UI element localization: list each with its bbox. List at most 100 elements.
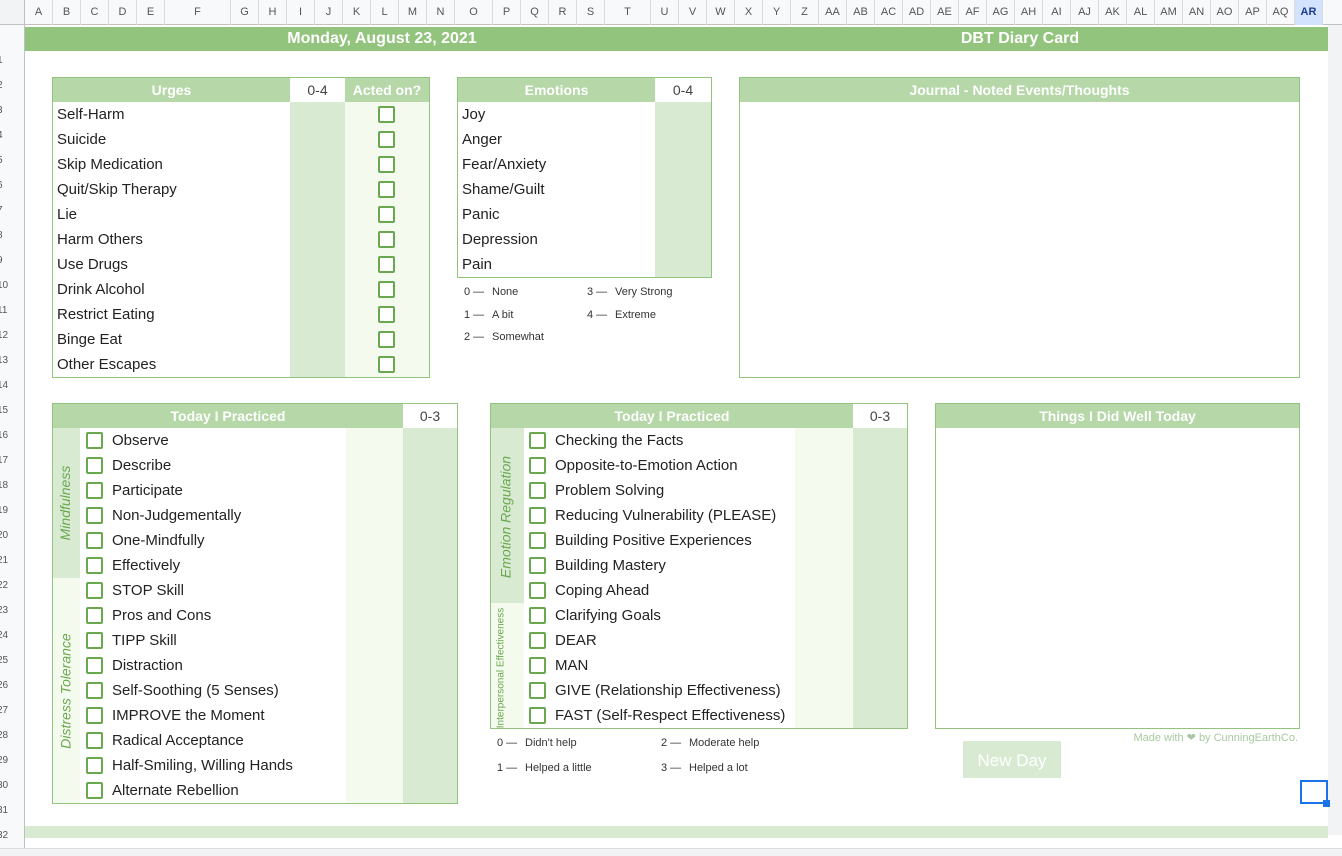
new-day-button[interactable]: New Day: [963, 741, 1061, 778]
column-header-l[interactable]: L: [371, 0, 399, 25]
practiced-checkbox[interactable]: [86, 532, 103, 549]
row-header-15[interactable]: 15: [0, 398, 24, 423]
row-header-21[interactable]: 21: [0, 548, 24, 573]
practiced-checkbox[interactable]: [529, 707, 546, 724]
emotions-rating-column[interactable]: [655, 102, 711, 277]
column-header-af[interactable]: AF: [959, 0, 987, 25]
practiced-checkbox[interactable]: [86, 432, 103, 449]
column-header-ak[interactable]: AK: [1099, 0, 1127, 25]
row-header-17[interactable]: 17: [0, 448, 24, 473]
row-header-6[interactable]: 6: [0, 173, 24, 198]
row-header-16[interactable]: 16: [0, 423, 24, 448]
column-header-aq[interactable]: AQ: [1267, 0, 1295, 25]
practiced-checkbox[interactable]: [86, 782, 103, 799]
column-header-z[interactable]: Z: [791, 0, 819, 25]
column-header-ac[interactable]: AC: [875, 0, 903, 25]
row-header-5[interactable]: 5: [0, 148, 24, 173]
select-all-corner[interactable]: [0, 0, 25, 25]
column-header-k[interactable]: K: [343, 0, 371, 25]
row-header-9[interactable]: 9: [0, 248, 24, 273]
practiced-checkbox[interactable]: [86, 682, 103, 699]
practiced-checkbox[interactable]: [86, 557, 103, 574]
column-header-am[interactable]: AM: [1155, 0, 1183, 25]
column-header-d[interactable]: D: [109, 0, 137, 25]
practiced-checkbox[interactable]: [86, 507, 103, 524]
row-header-2[interactable]: 2: [0, 73, 24, 98]
row-header-18[interactable]: 18: [0, 473, 24, 498]
practiced-checkbox[interactable]: [529, 682, 546, 699]
practiced-checkbox[interactable]: [529, 582, 546, 599]
column-header-i[interactable]: I: [287, 0, 315, 25]
practiced-checkbox[interactable]: [86, 707, 103, 724]
practiced-checkbox[interactable]: [86, 657, 103, 674]
column-header-s[interactable]: S: [577, 0, 605, 25]
column-header-g[interactable]: G: [231, 0, 259, 25]
column-header-ao[interactable]: AO: [1211, 0, 1239, 25]
row-header-1[interactable]: 1: [0, 48, 24, 73]
row-header-8[interactable]: 8: [0, 223, 24, 248]
acted-on-checkbox[interactable]: [378, 306, 395, 323]
practiced-checkbox[interactable]: [86, 632, 103, 649]
column-header-y[interactable]: Y: [763, 0, 791, 25]
column-header-aa[interactable]: AA: [819, 0, 847, 25]
journal-text-area[interactable]: [740, 102, 1299, 377]
practiced-checkbox[interactable]: [529, 532, 546, 549]
row-header-26[interactable]: 26: [0, 673, 24, 698]
practiced-checkbox[interactable]: [86, 482, 103, 499]
row-header-30[interactable]: 30: [0, 773, 24, 798]
practiced-checkbox[interactable]: [86, 582, 103, 599]
column-header-u[interactable]: U: [651, 0, 679, 25]
column-header-ah[interactable]: AH: [1015, 0, 1043, 25]
acted-on-checkbox[interactable]: [378, 181, 395, 198]
column-header-v[interactable]: V: [679, 0, 707, 25]
column-header-e[interactable]: E: [137, 0, 165, 25]
column-header-n[interactable]: N: [427, 0, 455, 25]
column-header-b[interactable]: B: [53, 0, 81, 25]
row-header-22[interactable]: 22: [0, 573, 24, 598]
acted-on-checkbox[interactable]: [378, 131, 395, 148]
practiced-checkbox[interactable]: [529, 607, 546, 624]
row-header-7[interactable]: 7: [0, 198, 24, 223]
practiced-checkbox[interactable]: [529, 657, 546, 674]
row-header-10[interactable]: 10: [0, 273, 24, 298]
practiced-left-rating-column[interactable]: [403, 428, 457, 803]
row-header-24[interactable]: 24: [0, 623, 24, 648]
column-header-ag[interactable]: AG: [987, 0, 1015, 25]
fill-handle[interactable]: [1323, 800, 1330, 807]
row-header-11[interactable]: 11: [0, 298, 24, 323]
column-header-ab[interactable]: AB: [847, 0, 875, 25]
row-header-23[interactable]: 23: [0, 598, 24, 623]
column-header-c[interactable]: C: [81, 0, 109, 25]
acted-on-checkbox[interactable]: [378, 231, 395, 248]
practiced-checkbox[interactable]: [529, 482, 546, 499]
did-well-text-area[interactable]: [936, 428, 1299, 728]
column-header-ad[interactable]: AD: [903, 0, 931, 25]
column-header-ae[interactable]: AE: [931, 0, 959, 25]
column-header-h[interactable]: H: [259, 0, 287, 25]
acted-on-checkbox[interactable]: [378, 206, 395, 223]
practiced-checkbox[interactable]: [529, 507, 546, 524]
column-header-aj[interactable]: AJ: [1071, 0, 1099, 25]
practiced-checkbox[interactable]: [529, 457, 546, 474]
column-header-ai[interactable]: AI: [1043, 0, 1071, 25]
column-header-r[interactable]: R: [549, 0, 577, 25]
acted-on-checkbox[interactable]: [378, 356, 395, 373]
column-header-o[interactable]: O: [455, 0, 493, 25]
column-header-m[interactable]: M: [399, 0, 427, 25]
row-header-12[interactable]: 12: [0, 323, 24, 348]
column-header-an[interactable]: AN: [1183, 0, 1211, 25]
column-header-j[interactable]: J: [315, 0, 343, 25]
row-header-31[interactable]: 31: [0, 798, 24, 823]
row-header-3[interactable]: 3: [0, 98, 24, 123]
row-header-4[interactable]: 4: [0, 123, 24, 148]
column-header-x[interactable]: X: [735, 0, 763, 25]
row-header-13[interactable]: 13: [0, 348, 24, 373]
row-header-14[interactable]: 14: [0, 373, 24, 398]
practiced-checkbox[interactable]: [86, 732, 103, 749]
column-header-w[interactable]: W: [707, 0, 735, 25]
column-header-p[interactable]: P: [493, 0, 521, 25]
acted-on-checkbox[interactable]: [378, 256, 395, 273]
column-header-ar[interactable]: AR: [1295, 0, 1323, 25]
column-header-al[interactable]: AL: [1127, 0, 1155, 25]
row-header-28[interactable]: 28: [0, 723, 24, 748]
